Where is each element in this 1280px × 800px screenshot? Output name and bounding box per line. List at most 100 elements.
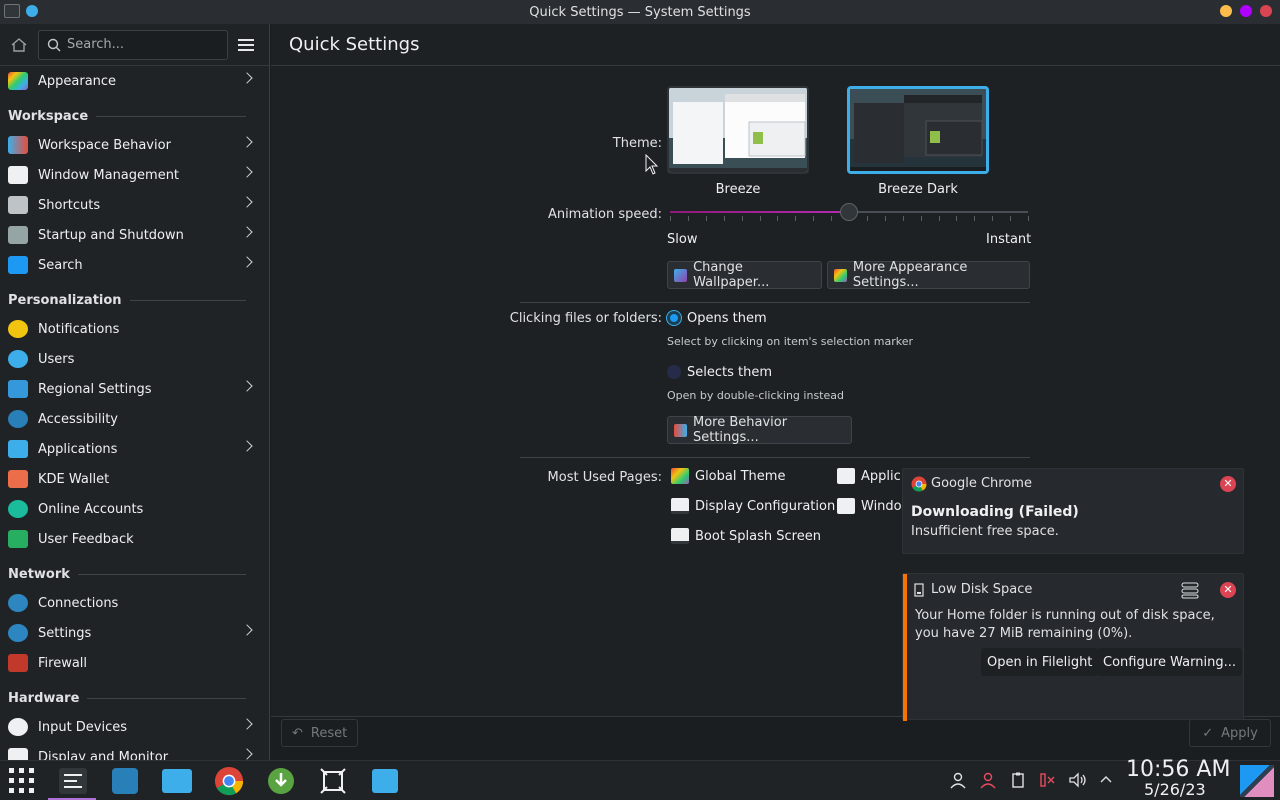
opens-them-description: Select by clicking on item's selection m…: [667, 335, 913, 348]
volume-icon[interactable]: [1068, 771, 1088, 791]
theme-name-breeze: Breeze: [715, 182, 761, 197]
sidebar-item-input-devices[interactable]: Input Devices: [0, 712, 269, 742]
section-title: Personalization: [8, 293, 122, 308]
user-warning-icon[interactable]: [978, 771, 998, 791]
configure-icon[interactable]: [1180, 581, 1200, 599]
reset-button[interactable]: ↶ Reset: [281, 719, 359, 747]
search-icon: [47, 38, 61, 51]
sidebar-item-workspace-behavior[interactable]: Workspace Behavior: [0, 130, 269, 160]
notification-title: Downloading (Failed): [911, 504, 1079, 520]
sidebar-item-online-accounts[interactable]: Online Accounts: [0, 494, 269, 524]
sidebar-item-accessibility[interactable]: Accessibility: [0, 404, 269, 434]
more-appearance-settings-button[interactable]: More Appearance Settings...: [827, 260, 1030, 290]
sidebar-item-connections[interactable]: Connections: [0, 588, 269, 618]
splash-icon: [671, 528, 689, 544]
app-menu-icon[interactable]: [4, 4, 20, 18]
sidebar-item-applications[interactable]: Applications: [0, 434, 269, 464]
clock-date[interactable]: 5/26/23: [1144, 780, 1206, 799]
selects-them-label[interactable]: Selects them: [687, 365, 772, 380]
chevron-up-icon[interactable]: [1096, 771, 1116, 791]
slider-tick: [938, 216, 940, 221]
divider: [129, 300, 246, 301]
slider-tick: [670, 216, 671, 221]
selects-them-description: Open by double-clicking instead: [667, 389, 844, 402]
search-input[interactable]: [67, 37, 217, 52]
animation-speed-handle[interactable]: [840, 203, 858, 221]
globe-icon: [8, 594, 28, 612]
chevron-right-icon: [241, 136, 253, 148]
taskbar-spectacle[interactable]: [317, 765, 349, 797]
opens-them-radio[interactable]: [667, 311, 681, 325]
sidebar-item-startup-and-shutdown[interactable]: Startup and Shutdown: [0, 220, 269, 250]
archive-icon: [372, 769, 398, 793]
sidebar-item-label: Input Devices: [38, 719, 128, 735]
low-disk-space-notification[interactable]: Low Disk Space ✕ Your Home folder is run…: [902, 573, 1244, 721]
hamburger-menu-button[interactable]: [238, 34, 260, 56]
home-button[interactable]: [8, 34, 30, 56]
sidebar-item-display-and-monitor[interactable]: Display and Monitor: [0, 742, 269, 760]
sidebar-item-user-feedback[interactable]: User Feedback: [0, 524, 269, 554]
sidebar-item-appearance[interactable]: Appearance: [0, 66, 269, 96]
most-used-display-configuration[interactable]: Display Configuration: [671, 498, 835, 514]
open-in-filelight-button[interactable]: Open in Filelight: [981, 648, 1099, 676]
taskbar-chrome[interactable]: [213, 765, 245, 797]
sidebar-item-window-management[interactable]: Window Management: [0, 160, 269, 190]
more-appearance-label: More Appearance Settings...: [852, 260, 968, 290]
regional-icon: [8, 380, 28, 398]
most-used-boot-splash-screen[interactable]: Boot Splash Screen: [671, 528, 821, 544]
selects-them-radio[interactable]: [667, 365, 681, 379]
show-desktop-button[interactable]: [1240, 765, 1274, 797]
sidebar-item-label: Settings: [38, 625, 92, 641]
close-icon[interactable]: ✕: [1220, 476, 1236, 492]
clipboard-icon[interactable]: [1008, 771, 1028, 791]
close-button[interactable]: [1260, 5, 1272, 17]
sidebar-item-label: Accessibility: [38, 411, 118, 427]
taskbar-dolphin[interactable]: [161, 765, 193, 797]
sidebar-item-shortcuts[interactable]: Shortcuts: [0, 190, 269, 220]
more-behavior-settings-button[interactable]: More Behavior Settings...: [667, 415, 852, 445]
notification-body-line1: Your Home folder is running out of disk …: [915, 608, 1215, 623]
sidebar-section-header: Personalization: [0, 280, 269, 314]
theme-card-breeze-dark[interactable]: [847, 86, 989, 174]
mouse-icon: [8, 718, 28, 736]
taskbar-downloader[interactable]: [265, 765, 297, 797]
sidebar-item-regional-settings[interactable]: Regional Settings: [0, 374, 269, 404]
most-used-application-style[interactable]: Applic: [837, 468, 901, 484]
change-wallpaper-button[interactable]: Change Wallpaper...: [667, 260, 822, 290]
undo-icon: ↶: [292, 725, 303, 741]
slider-tick: [687, 216, 689, 221]
chrome-notification[interactable]: Google Chrome ✕ Downloading (Failed) Ins…: [902, 468, 1244, 554]
sidebar-item-search[interactable]: Search: [0, 250, 269, 280]
application-launcher[interactable]: [6, 765, 38, 797]
microphone-muted-icon[interactable]: [1038, 771, 1058, 791]
sidebar-item-settings[interactable]: Settings: [0, 618, 269, 648]
sidebar-item-kde-wallet[interactable]: KDE Wallet: [0, 464, 269, 494]
apply-button[interactable]: ✓ Apply: [1189, 719, 1271, 747]
minimize-button[interactable]: [1220, 5, 1232, 17]
check-icon: ✓: [1202, 725, 1214, 741]
chevron-right-icon: [241, 718, 253, 730]
disk-icon: [914, 583, 924, 597]
most-used-window-management[interactable]: Windo: [837, 498, 902, 514]
theme-card-breeze[interactable]: [667, 86, 809, 174]
clock-time[interactable]: 10:56 AM: [1126, 757, 1230, 782]
sidebar-item-notifications[interactable]: Notifications: [0, 314, 269, 344]
close-icon[interactable]: ✕: [1220, 582, 1236, 598]
keep-on-all-desktops-icon[interactable]: [26, 5, 38, 17]
sidebar-item-users[interactable]: Users: [0, 344, 269, 374]
most-used-global-theme[interactable]: Global Theme: [671, 468, 785, 484]
taskbar-save-app[interactable]: [369, 765, 401, 797]
sidebar-item-label: Firewall: [38, 655, 88, 671]
chevron-right-icon: [241, 166, 253, 178]
taskbar-discover[interactable]: [109, 765, 141, 797]
taskbar-system-settings[interactable]: [57, 765, 89, 797]
maximize-button[interactable]: [1240, 5, 1252, 17]
chrome-icon: [214, 766, 244, 796]
configure-warning-button[interactable]: Configure Warning...: [1097, 648, 1242, 676]
sidebar-item-firewall[interactable]: Firewall: [0, 648, 269, 678]
window-icon: [837, 498, 855, 514]
appearance-icon: [8, 72, 28, 90]
search-field[interactable]: [38, 29, 228, 60]
opens-them-label[interactable]: Opens them: [687, 311, 767, 326]
user-icon[interactable]: [948, 771, 968, 791]
